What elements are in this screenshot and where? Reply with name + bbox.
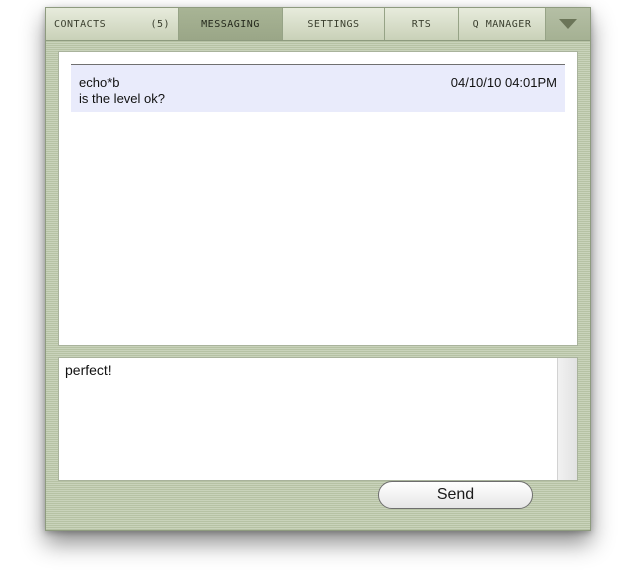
tab-rts-label: RTS [411,18,432,30]
compose-field[interactable]: perfect! [58,357,578,481]
tab-q-manager-label: Q MANAGER [472,18,532,30]
compose-scrollbar[interactable] [557,358,577,480]
tab-menu-button[interactable] [546,8,590,40]
tab-contacts[interactable]: CONTACTS (5) [46,8,179,40]
tab-bar: CONTACTS (5) MESSAGING SETTINGS RTS Q MA… [46,8,590,41]
message-item[interactable]: echo*b 04/10/10 04:01PM is the level ok? [71,65,565,112]
tab-settings[interactable]: SETTINGS [283,8,385,40]
message-text: is the level ok? [79,91,165,106]
messaging-window: CONTACTS (5) MESSAGING SETTINGS RTS Q MA… [45,7,591,531]
tab-messaging[interactable]: MESSAGING [179,8,283,40]
message-sender: echo*b [79,75,120,90]
tab-messaging-label: MESSAGING [201,18,260,30]
message-history[interactable]: echo*b 04/10/10 04:01PM is the level ok? [58,51,578,346]
send-button[interactable]: Send [378,481,533,509]
tab-q-manager[interactable]: Q MANAGER [459,8,546,40]
tab-settings-label: SETTINGS [307,18,360,30]
contacts-count-badge: (5) [150,18,170,30]
compose-text[interactable]: perfect! [65,362,112,378]
triangle-down-icon [559,19,577,29]
message-timestamp: 04/10/10 04:01PM [450,75,557,90]
tab-rts[interactable]: RTS [385,8,459,40]
tab-contacts-label: CONTACTS [54,18,107,30]
send-button-label: Send [436,486,475,503]
